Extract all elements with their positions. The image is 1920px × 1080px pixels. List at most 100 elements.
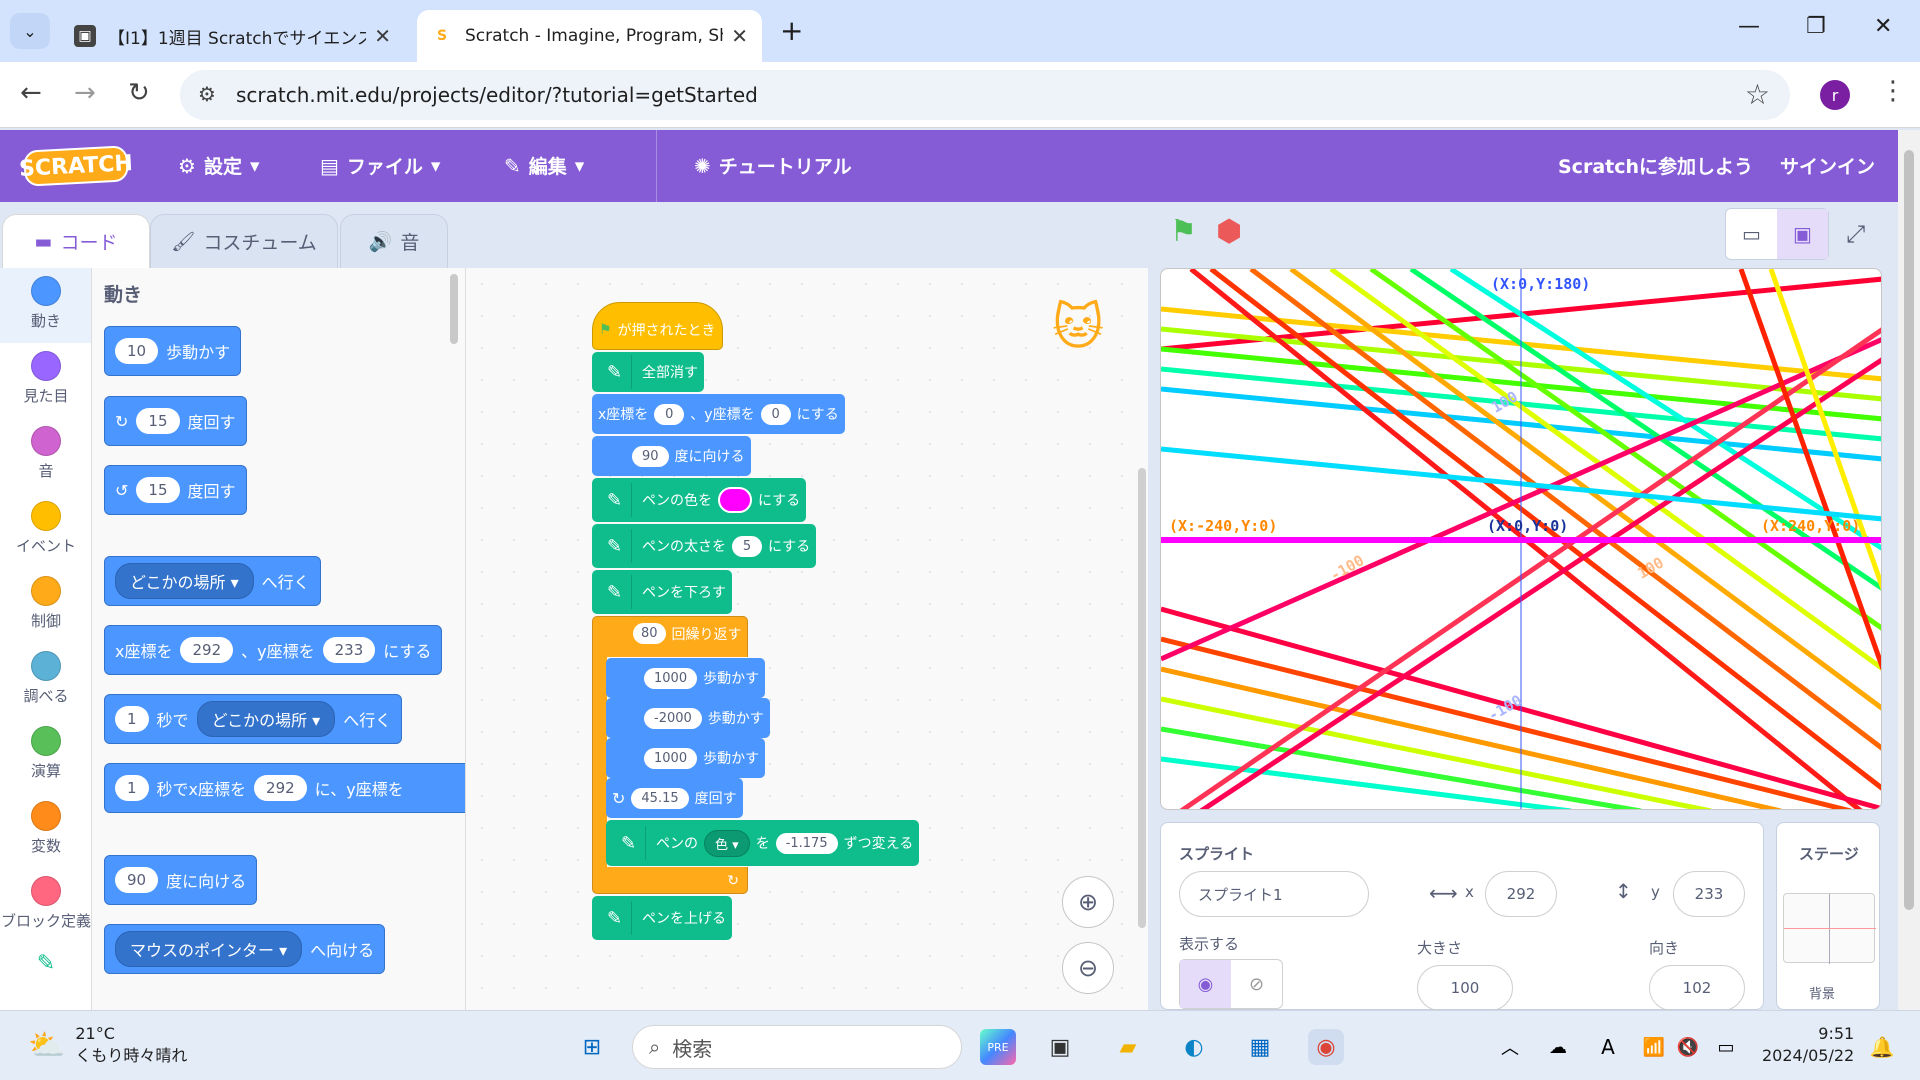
- block-dropdown[interactable]: 色 ▾: [704, 829, 750, 857]
- block-input[interactable]: 15: [136, 408, 180, 434]
- restore-icon[interactable]: ❐: [1806, 14, 1826, 39]
- close-tab-icon[interactable]: ✕: [374, 24, 391, 48]
- category-operators[interactable]: 演算: [0, 718, 91, 793]
- color-picker-input[interactable]: [718, 487, 752, 513]
- category-sensing[interactable]: 調べる: [0, 643, 91, 718]
- file-explorer-icon[interactable]: ▰: [1110, 1029, 1146, 1065]
- close-tab-icon[interactable]: ✕: [731, 24, 748, 48]
- block-move-steps[interactable]: 1000 歩動かす: [606, 738, 766, 778]
- block-point-towards[interactable]: マウスのポインター ▾ へ向ける: [104, 924, 386, 974]
- bookmark-star-icon[interactable]: ☆: [1745, 78, 1770, 111]
- category-events[interactable]: イベント: [0, 493, 91, 568]
- block-change-pen-color[interactable]: ✎ ペンの 色 ▾ を -1.175 ずつ変える: [606, 820, 920, 866]
- store-icon[interactable]: ▦: [1242, 1029, 1278, 1065]
- task-view-icon[interactable]: ▣: [1042, 1029, 1078, 1065]
- block-input[interactable]: 15: [136, 477, 180, 503]
- sprite-name-input[interactable]: スプライト1: [1179, 871, 1369, 917]
- site-info-icon[interactable]: ⚙: [198, 82, 216, 106]
- block-go-to-xy[interactable]: x座標を 292 、y座標を 233 にする: [104, 625, 443, 675]
- file-menu[interactable]: ▤ ファイル ▾: [320, 152, 440, 179]
- battery-icon[interactable]: ▭: [1708, 1029, 1744, 1065]
- block-glide-to[interactable]: 1 秒で どこかの場所 ▾ へ行く: [104, 694, 403, 744]
- sprite-direction-input[interactable]: 102: [1649, 965, 1745, 1011]
- forward-icon[interactable]: →: [74, 78, 96, 108]
- block-input[interactable]: 1: [115, 706, 149, 732]
- category-control[interactable]: 制御: [0, 568, 91, 643]
- chrome-icon[interactable]: ◉: [1308, 1029, 1344, 1065]
- block-input[interactable]: 233: [322, 637, 376, 663]
- block-erase-all[interactable]: ✎ 全部消す: [592, 352, 704, 392]
- category-variables[interactable]: 変数: [0, 793, 91, 868]
- block-input[interactable]: 90: [115, 867, 159, 893]
- show-hidden-icons[interactable]: ︿: [1492, 1029, 1528, 1065]
- settings-menu[interactable]: ⚙ 設定 ▾: [178, 152, 260, 179]
- sprite-size-input[interactable]: 100: [1417, 965, 1513, 1011]
- weather-widget[interactable]: ⛅ 21°C くもり時々晴れ: [28, 1023, 187, 1067]
- scratch-logo[interactable]: SCRATCH: [19, 145, 133, 187]
- page-scrollbar-thumb[interactable]: [1904, 150, 1914, 910]
- url-field[interactable]: ⚙ scratch.mit.edu/projects/editor/?tutor…: [180, 70, 1790, 120]
- hide-sprite-button[interactable]: ⊘: [1231, 960, 1282, 1008]
- sprite-x-input[interactable]: 292: [1485, 871, 1557, 917]
- reload-icon[interactable]: ↻: [128, 78, 150, 108]
- block-dropdown[interactable]: どこかの場所 ▾: [115, 563, 254, 599]
- system-clock[interactable]: 9:51 2024/05/22: [1762, 1023, 1854, 1067]
- tab-code[interactable]: ▬ コード: [2, 214, 150, 268]
- script-scrollbar[interactable]: [1138, 468, 1146, 928]
- category-my-blocks[interactable]: ブロック定義: [0, 868, 91, 943]
- page-scrollbar[interactable]: [1898, 130, 1920, 1010]
- block-input[interactable]: 90: [632, 445, 669, 467]
- fullscreen-button[interactable]: ⤢: [1846, 220, 1865, 248]
- copilot-icon[interactable]: PRE: [980, 1029, 1016, 1065]
- tab-costumes[interactable]: 🖌 コスチューム: [150, 214, 338, 268]
- block-go-to-xy[interactable]: x座標を 0 、y座標を 0 にする: [592, 394, 845, 434]
- block-input[interactable]: 5: [732, 535, 762, 557]
- stage-canvas[interactable]: (X:0,Y:180) (X:-240,Y:0) (X:0,Y:0) (X:24…: [1160, 268, 1882, 810]
- large-stage-button[interactable]: ▣: [1777, 209, 1828, 259]
- block-turn-right[interactable]: ↻ 15 度回す: [104, 396, 247, 446]
- join-scratch-link[interactable]: Scratchに参加しよう: [1558, 152, 1753, 179]
- block-input[interactable]: 80: [633, 623, 666, 644]
- block-input[interactable]: 292: [254, 775, 307, 801]
- block-move-steps[interactable]: 10 歩動かす: [104, 326, 242, 376]
- taskbar-search[interactable]: ⌕ 検索: [632, 1025, 962, 1069]
- close-window-icon[interactable]: ✕: [1874, 14, 1892, 39]
- block-input[interactable]: 0: [654, 403, 685, 425]
- palette-scrollbar[interactable]: [450, 274, 458, 344]
- sign-in-link[interactable]: サインイン: [1780, 152, 1875, 179]
- edit-menu[interactable]: ✎ 編集 ▾: [504, 152, 584, 179]
- block-dropdown[interactable]: マウスのポインター ▾: [115, 931, 303, 967]
- category-pen[interactable]: ✎: [0, 943, 91, 1010]
- block-set-pen-size[interactable]: ✎ ペンの太さを 5 にする: [592, 524, 817, 568]
- block-turn-left[interactable]: ↺ 15 度回す: [104, 465, 247, 515]
- block-point-direction[interactable]: 90 度に向ける: [104, 855, 258, 905]
- block-input[interactable]: 45.15: [631, 787, 689, 809]
- profile-avatar[interactable]: r: [1820, 80, 1850, 110]
- script-area[interactable]: ⚑ が押されたとき ✎ 全部消す x座標を 0 、y座標を 0 にする 90 度…: [466, 268, 1148, 1010]
- block-go-to[interactable]: どこかの場所 ▾ へ行く: [104, 556, 321, 606]
- block-input[interactable]: 292: [180, 637, 234, 663]
- block-input[interactable]: 1000: [644, 747, 698, 769]
- block-pen-down[interactable]: ✎ ペンを下ろす: [592, 570, 732, 614]
- block-input[interactable]: -1.175: [775, 832, 838, 854]
- block-input[interactable]: -2000: [644, 707, 702, 729]
- stop-button[interactable]: ⬢: [1216, 214, 1242, 249]
- category-looks[interactable]: 見た目: [0, 343, 91, 418]
- block-turn-right[interactable]: ↻ 45.15 度回す: [606, 778, 743, 818]
- browser-tab-active[interactable]: S Scratch - Imagine, Program, Share ✕: [417, 10, 762, 62]
- minimize-icon[interactable]: —: [1738, 14, 1760, 39]
- tutorials-button[interactable]: ✺ チュートリアル: [694, 152, 852, 179]
- sprite-y-input[interactable]: 233: [1673, 871, 1745, 917]
- show-sprite-button[interactable]: ◉: [1180, 960, 1231, 1008]
- stage-target-panel[interactable]: ステージ 背景: [1776, 822, 1880, 1010]
- zoom-in-button[interactable]: ⊕: [1062, 876, 1114, 928]
- edge-icon[interactable]: ◐: [1176, 1029, 1212, 1065]
- category-motion[interactable]: 動き: [0, 268, 91, 343]
- new-tab-button[interactable]: +: [780, 14, 803, 47]
- block-when-flag-clicked[interactable]: ⚑ が押されたとき: [592, 302, 723, 350]
- cloud-sync-icon[interactable]: ☁: [1540, 1029, 1576, 1065]
- volume-muted-icon[interactable]: 🔇: [1670, 1029, 1706, 1065]
- zoom-out-button[interactable]: ⊖: [1062, 942, 1114, 994]
- block-move-steps[interactable]: 1000 歩動かす: [606, 658, 766, 698]
- block-input[interactable]: 10: [115, 338, 159, 364]
